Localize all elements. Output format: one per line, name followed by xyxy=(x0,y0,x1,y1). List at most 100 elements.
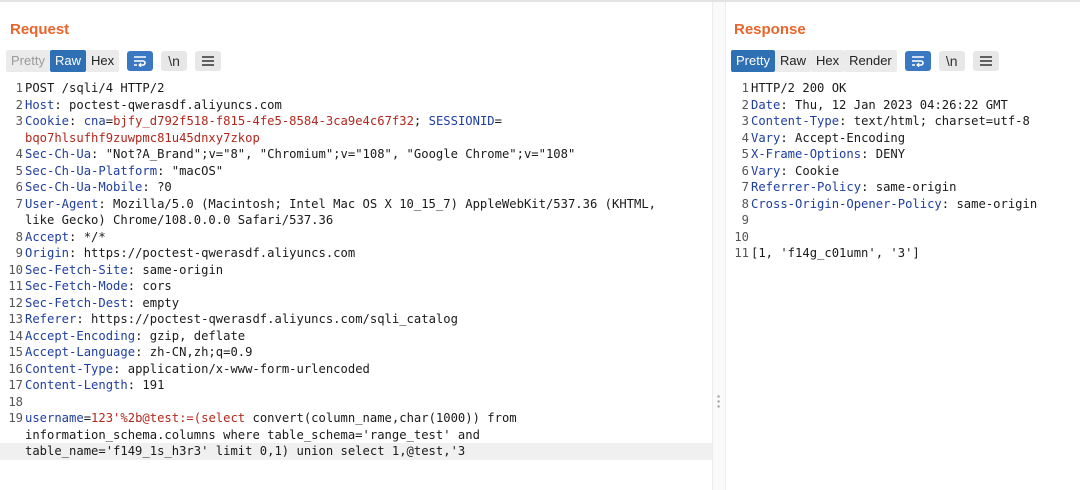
line-number: 8 xyxy=(15,229,23,244)
text-span: = xyxy=(105,114,114,128)
response-tab-raw[interactable]: Raw xyxy=(774,50,811,72)
text-span: : */* xyxy=(69,229,106,244)
text-span: : ?0 xyxy=(142,180,172,194)
text-span: convert(column_name,char(1000)) from xyxy=(245,411,517,425)
line-text: Cookie: cna=bjfy_d792f518-f815-4fe5-8584… xyxy=(25,113,712,130)
line-number: 10 xyxy=(734,229,749,244)
text-span: : https://poctest-qwerasdf.aliyuncs.com xyxy=(69,246,356,260)
line-number: 0 xyxy=(0,130,25,147)
line-number: 12 xyxy=(8,295,23,310)
text-span: : zh-CN,zh;q=0.9 xyxy=(135,345,253,359)
line-text: Sec-Ch-Ua: "Not?A_Brand";v="8", "Chromiu… xyxy=(25,146,712,163)
line-text: Accept: */* xyxy=(25,229,712,246)
text-span: ; xyxy=(413,114,429,128)
hamburger-menu-icon[interactable] xyxy=(195,51,222,71)
hamburger-menu-icon[interactable] xyxy=(972,51,999,71)
line-text: [1, 'f14g_c01umn', '3'] xyxy=(751,245,1080,262)
text-span: : application/x-www-form-urlencoded xyxy=(113,361,370,376)
line-number: 5 xyxy=(741,147,749,161)
request-editor[interactable]: 1 POST /sqli/4 HTTP/2 2 Host: poctest-qwera… xyxy=(0,80,712,460)
request-tab-hex[interactable]: Hex xyxy=(85,50,120,72)
line-number: 6 xyxy=(15,180,23,194)
line-text: Vary: Cookie xyxy=(751,163,1080,180)
text-span: = xyxy=(83,411,92,425)
response-tab-hex[interactable]: Hex xyxy=(810,50,845,72)
line-text: X-Frame-Options: DENY xyxy=(751,146,1080,163)
text-span: table_name='f149_1s_h3r3' limit 0,1) uni… xyxy=(25,444,466,458)
text-span: : cors xyxy=(127,279,172,293)
text-span: : empty xyxy=(127,295,180,310)
line-number: 19 xyxy=(8,411,23,425)
text-span: [1, 'f14g_c01umn', '3'] xyxy=(751,246,920,260)
text-span: POST /sqli/4 HTTP/2 xyxy=(25,81,165,95)
code-line: 7 User-Agent: Mozilla/5.0 (Macintosh; Int… xyxy=(0,196,712,213)
header-name: Sec-Fetch-Mode xyxy=(25,279,128,293)
line-text: Content-Type: application/x-www-form-url… xyxy=(25,361,712,378)
line-text: like Gecko) Chrome/108.0.0.0 Safari/537.… xyxy=(25,212,712,229)
code-line: 0like Gecko) Chrome/108.0.0.0 Safari/537… xyxy=(0,212,712,229)
header-name: Content-Type xyxy=(25,361,114,376)
newline-toggle-icon[interactable]: \n xyxy=(938,51,965,71)
line-number: 7 xyxy=(15,196,23,211)
header-name: Vary xyxy=(751,130,781,145)
pane-splitter[interactable]: · · · xyxy=(712,2,726,490)
line-number: 15 xyxy=(8,345,23,359)
text-span: : DENY xyxy=(861,147,906,161)
header-name: Referrer-Policy xyxy=(751,180,862,194)
line-number: 3 xyxy=(741,114,749,128)
wrap-lines-icon[interactable] xyxy=(904,51,931,71)
header-name: Cross-Origin-Opener-Policy xyxy=(751,196,942,211)
text-span: : same-origin xyxy=(861,180,957,194)
line-number: 17 xyxy=(8,378,23,392)
line-number: 0 xyxy=(0,443,25,460)
code-line: 3 Cookie: cna=bjfy_d792f518-f815-4fe5-858… xyxy=(0,113,712,130)
text-span: like Gecko) Chrome/108.0.0.0 Safari/537.… xyxy=(25,213,334,227)
wrap-lines-icon[interactable] xyxy=(127,51,154,71)
request-tab-raw[interactable]: Raw xyxy=(49,50,86,72)
line-text: Accept-Language: zh-CN,zh;q=0.9 xyxy=(25,344,712,361)
line-text: Date: Thu, 12 Jan 2023 04:26:22 GMT xyxy=(751,97,1080,114)
text-span: : text/html; charset=utf-8 xyxy=(839,114,1030,128)
code-line: 3 Content-Type: text/html; charset=utf-8 xyxy=(726,113,1080,130)
line-number: 4 xyxy=(15,147,23,161)
response-tab-render[interactable]: Render xyxy=(844,50,897,72)
header-name: X-Frame-Options xyxy=(751,147,862,161)
code-line: 0bqo7hlsufhf9zuwpmc81u45dnxy7zkop xyxy=(0,130,712,147)
header-name: Accept-Language xyxy=(25,345,136,359)
line-number: 2 xyxy=(741,97,749,112)
header-name: SESSIONID xyxy=(428,114,495,128)
line-number: 10 xyxy=(8,262,23,277)
line-text: POST /sqli/4 HTTP/2 xyxy=(25,80,712,97)
code-line: 8 Cross-Origin-Opener-Policy: same-origin xyxy=(726,196,1080,213)
code-line: 9 xyxy=(726,212,1080,229)
response-toolbar: Pretty Raw Hex Render \n xyxy=(731,50,999,72)
header-name: Date xyxy=(751,97,781,112)
header-name: Sec-Fetch-Dest xyxy=(25,295,128,310)
code-line: 7 Referrer-Policy: same-origin xyxy=(726,179,1080,196)
response-tab-pretty[interactable]: Pretty xyxy=(731,50,775,72)
code-line: 16 Content-Type: application/x-www-form-u… xyxy=(0,361,712,378)
line-text: Sec-Fetch-Site: same-origin xyxy=(25,262,712,279)
line-text: Origin: https://poctest-qwerasdf.aliyunc… xyxy=(25,245,712,262)
drag-handle-icon[interactable]: · · · xyxy=(716,389,722,413)
request-tab-pretty[interactable]: Pretty xyxy=(6,50,50,72)
code-line: 12 Sec-Fetch-Dest: empty xyxy=(0,295,712,312)
line-number: 13 xyxy=(8,312,23,326)
response-viewer[interactable]: 1 HTTP/2 200 OK 2 Date: Thu, 12 Jan 2023 04… xyxy=(726,80,1080,262)
text-span: : Accept-Encoding xyxy=(780,130,906,145)
text-span: : "Not?A_Brand";v="8", "Chromium";v="108… xyxy=(91,147,576,161)
text-span: : Thu, 12 Jan 2023 04:26:22 GMT xyxy=(780,97,1008,112)
line-text: User-Agent: Mozilla/5.0 (Macintosh; Inte… xyxy=(25,196,712,213)
code-line: 5 X-Frame-Options: DENY xyxy=(726,146,1080,163)
line-text: HTTP/2 200 OK xyxy=(751,80,1080,97)
header-name: Sec-Ch-Ua-Mobile xyxy=(25,180,143,194)
newline-toggle-icon[interactable]: \n xyxy=(161,51,188,71)
line-number: 5 xyxy=(15,163,23,178)
line-text: Accept-Encoding: gzip, deflate xyxy=(25,328,712,345)
code-line: 1 HTTP/2 200 OK xyxy=(726,80,1080,97)
code-line: 18 xyxy=(0,394,712,411)
line-text: Host: poctest-qwerasdf.aliyuncs.com xyxy=(25,97,712,114)
text-span: information_schema.columns where table_s… xyxy=(25,427,480,442)
text-span: : Cookie xyxy=(780,163,840,178)
code-line: 4 Vary: Accept-Encoding xyxy=(726,130,1080,147)
